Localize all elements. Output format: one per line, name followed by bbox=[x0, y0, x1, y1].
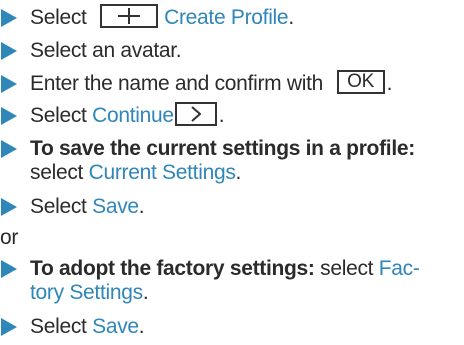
step-text: Enter the name and confirm with OK. bbox=[30, 70, 464, 96]
step-text-select: Select bbox=[30, 6, 93, 29]
period: . bbox=[386, 72, 393, 95]
period: . bbox=[142, 281, 149, 304]
create-profile-link: Create Profile bbox=[164, 6, 289, 29]
or-text: or bbox=[0, 226, 19, 249]
period: . bbox=[235, 161, 242, 184]
instruction-page: Select Create Profile. Select an avatar.… bbox=[0, 0, 464, 345]
save-link: Save bbox=[92, 315, 139, 338]
step-select-avatar: Select an avatar. bbox=[0, 39, 464, 63]
bullet-arrow-icon bbox=[0, 195, 30, 219]
period: . bbox=[288, 6, 294, 29]
bullet-arrow-icon bbox=[0, 6, 30, 30]
step-enter-name: Enter the name and confirm with OK. bbox=[0, 70, 464, 96]
step-text: Select Create Profile. bbox=[30, 4, 464, 30]
bullet-arrow-icon bbox=[0, 315, 30, 339]
step-text: Select Save. bbox=[30, 195, 464, 219]
chevron-key-button bbox=[174, 102, 217, 127]
step-text-select: Select bbox=[30, 195, 93, 218]
step-text-select: Select bbox=[30, 104, 93, 127]
step-text-enter: Enter the name and confirm with bbox=[30, 72, 329, 95]
continue-link: Continue bbox=[92, 104, 174, 127]
step-text: To save the current settings in a profil… bbox=[30, 137, 464, 185]
bullet-arrow-icon bbox=[0, 137, 30, 161]
step-text-select: Select bbox=[30, 315, 93, 338]
save-link: Save bbox=[92, 195, 139, 218]
step-continue: Select Continue. bbox=[0, 102, 464, 128]
current-settings-link: Current Settings bbox=[88, 161, 236, 184]
step-heading: To save the current settings in a profil… bbox=[30, 137, 415, 160]
step-save-1: Select Save. bbox=[0, 195, 464, 219]
step-create-profile: Select Create Profile. bbox=[0, 4, 464, 30]
plus-key-button bbox=[100, 4, 159, 29]
period: . bbox=[138, 315, 145, 338]
factory-settings-link-part1: Fac- bbox=[378, 257, 420, 280]
bullet-arrow-icon bbox=[0, 39, 30, 63]
step-text: Select an avatar. bbox=[30, 39, 182, 62]
bullet-arrow-icon bbox=[0, 104, 30, 128]
step-save-current: To save the current settings in a profil… bbox=[0, 137, 464, 185]
step-factory-settings: To adopt the factory settings: select Fa… bbox=[0, 257, 464, 305]
plus-icon bbox=[118, 8, 141, 25]
bullet-arrow-icon bbox=[0, 257, 30, 281]
step-save-2: Select Save. bbox=[0, 315, 464, 339]
period: . bbox=[138, 195, 145, 218]
step-text-select: select bbox=[30, 161, 89, 184]
factory-settings-link-part2: tory Settings bbox=[30, 281, 143, 304]
step-text-select: select bbox=[314, 257, 379, 280]
step-text: Select Continue. bbox=[30, 102, 464, 128]
step-heading: To adopt the factory settings: bbox=[30, 257, 315, 280]
or-separator: or bbox=[0, 226, 464, 250]
bullet-arrow-icon bbox=[0, 72, 30, 96]
chevron-right-icon bbox=[191, 106, 201, 123]
period: . bbox=[218, 104, 225, 127]
step-text: Select Save. bbox=[30, 315, 464, 339]
ok-key-button: OK bbox=[336, 70, 385, 95]
step-text: To adopt the factory settings: select Fa… bbox=[30, 257, 464, 305]
